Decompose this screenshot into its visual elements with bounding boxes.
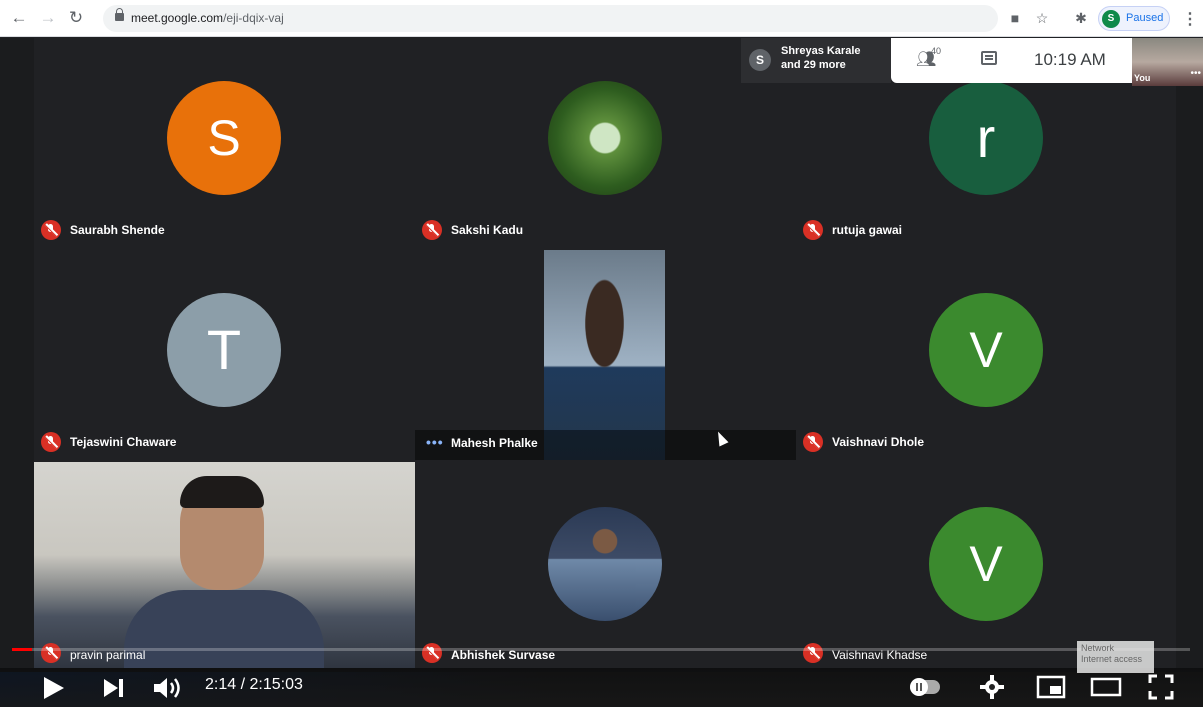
self-view[interactable]: You ••• (1132, 38, 1203, 86)
theater-mode-icon[interactable] (1090, 674, 1122, 700)
participant-tile[interactable]: r rutuja gawai (796, 70, 1176, 248)
chat-icon[interactable] (981, 51, 997, 65)
presenter-chip[interactable]: S Shreyas Karale and 29 more (741, 38, 891, 83)
mic-off-icon (422, 220, 442, 240)
mic-off-icon (41, 643, 61, 663)
participant-video (544, 250, 665, 460)
participant-tile[interactable]: V Vaishnavi Khadse (796, 462, 1176, 668)
network-tip-title: Network (1081, 643, 1115, 653)
participant-avatar: r (929, 81, 1043, 195)
mic-off-icon (41, 432, 61, 452)
participant-tile[interactable]: T Tejaswini Chaware (34, 250, 415, 460)
meet-header: S Shreyas Karale and 29 more 👥︎ 40 10:19… (741, 38, 1174, 83)
reload-icon[interactable]: ↻ (66, 8, 86, 28)
participant-avatar: V (929, 293, 1043, 407)
forward-arrow-icon[interactable]: → (38, 8, 58, 28)
profile-status: Paused (1126, 12, 1164, 24)
profile-avatar: S (1102, 10, 1120, 28)
presenter-others: and 29 more (781, 59, 846, 71)
participant-tile[interactable]: Sakshi Kadu (415, 70, 796, 248)
network-tip-status: Internet access (1081, 654, 1143, 664)
profile-button[interactable]: S Paused (1098, 6, 1170, 31)
speaking-dots-icon: ••• (426, 434, 444, 450)
url-path: /eji-dqix-vaj (223, 11, 284, 25)
presenter-label: Shreyas Karale and 29 more (781, 44, 861, 72)
extensions-puzzle-icon[interactable]: ✱ (1072, 9, 1090, 27)
autoplay-toggle[interactable] (910, 678, 940, 696)
browser-toolbar: ← → ↻ meet.google.com/eji-dqix-vaj ■ ☆ ✱… (0, 0, 1203, 37)
mic-off-icon (803, 432, 823, 452)
mic-off-icon (803, 643, 823, 663)
participant-avatar: S (167, 81, 281, 195)
meeting-clock: 10:19 AM (1034, 50, 1106, 69)
avatar-initial: T (206, 318, 242, 381)
participant-tile[interactable]: Abhishek Survase (415, 462, 796, 668)
mic-off-icon (422, 643, 442, 663)
participant-name: Saurabh Shende (70, 223, 165, 237)
hair-shape (180, 476, 264, 508)
next-icon[interactable] (101, 677, 125, 699)
participant-name: Mahesh Phalke (451, 436, 538, 450)
participant-name: Sakshi Kadu (451, 223, 524, 237)
participant-tile-active[interactable]: ••• Mahesh Phalke (415, 250, 796, 460)
browser-menu-icon[interactable]: ⋮ (1182, 9, 1198, 29)
participant-tile-video[interactable]: pravin parimal (34, 462, 415, 668)
network-tooltip: Network Internet access (1077, 641, 1154, 673)
more-options-icon[interactable]: ••• (1190, 68, 1201, 79)
address-bar[interactable]: meet.google.com/eji-dqix-vaj ■ ☆ (103, 5, 1048, 32)
participant-name: Vaishnavi Dhole (832, 435, 925, 449)
playback-time: 2:14 / 2:15:03 (205, 676, 303, 693)
bookmark-star-icon[interactable]: ☆ (1033, 9, 1051, 27)
lock-icon (115, 8, 124, 21)
right-margin (1176, 86, 1203, 668)
participant-tile[interactable]: S Saurabh Shende (34, 70, 415, 248)
participant-count: 40 (931, 46, 942, 56)
presenter-avatar: S (749, 49, 771, 71)
mic-off-icon (41, 220, 61, 240)
mic-off-icon (803, 220, 823, 240)
shirt-shape (124, 590, 324, 668)
participant-name: Tejaswini Chaware (70, 435, 177, 449)
settings-gear-icon[interactable] (979, 674, 1005, 700)
participant-photo (548, 81, 662, 195)
participant-photo (548, 507, 662, 621)
self-label: You (1134, 73, 1151, 83)
avatar-initial: V (969, 322, 1003, 378)
volume-icon[interactable] (152, 675, 186, 701)
back-arrow-icon[interactable]: ← (9, 8, 29, 28)
participant-avatar: V (929, 507, 1043, 621)
avatar-initial: V (969, 536, 1003, 592)
camera-icon[interactable]: ■ (1006, 9, 1024, 27)
url-host: meet.google.com (131, 11, 224, 25)
presenter-name: Shreyas Karale (781, 45, 861, 57)
progress-played (12, 648, 33, 651)
participant-name: rutuja gawai (832, 223, 903, 237)
left-margin (0, 38, 34, 668)
participant-avatar: T (167, 293, 281, 407)
url-text[interactable]: meet.google.com/eji-dqix-vaj (131, 11, 284, 25)
miniplayer-icon[interactable] (1036, 674, 1066, 700)
avatar-initial: S (207, 110, 241, 166)
fullscreen-icon[interactable] (1148, 674, 1174, 700)
participant-tile[interactable]: V Vaishnavi Dhole (796, 250, 1176, 460)
avatar-initial: r (976, 106, 996, 169)
progress-bar[interactable] (12, 648, 1190, 651)
play-icon[interactable] (40, 675, 66, 701)
